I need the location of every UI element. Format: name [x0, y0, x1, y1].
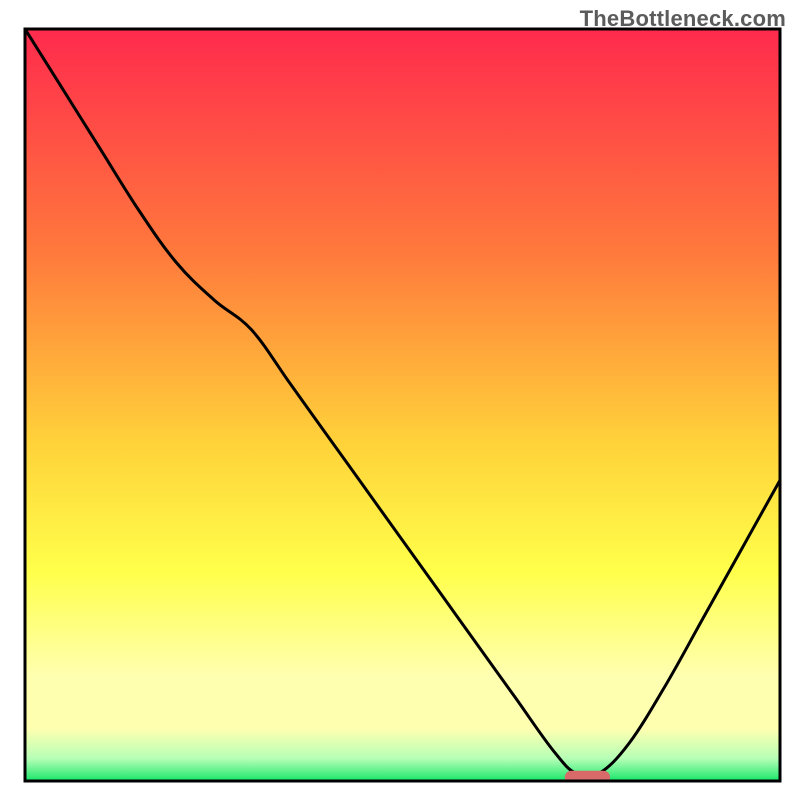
bottleneck-chart [0, 0, 800, 800]
plot-area [25, 29, 780, 784]
watermark-text: TheBottleneck.com [580, 6, 786, 32]
gradient-background [25, 29, 780, 781]
chart-container: TheBottleneck.com [0, 0, 800, 800]
